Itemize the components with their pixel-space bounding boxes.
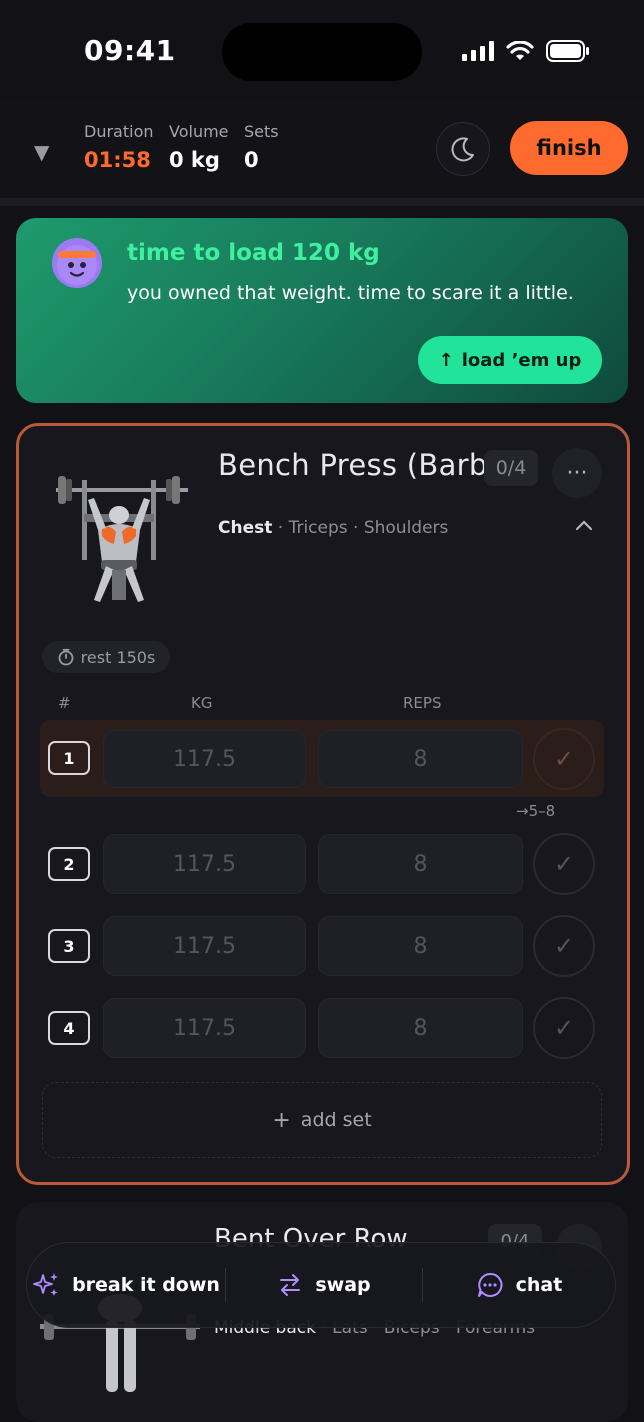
set-3-reps-input[interactable]: 8 xyxy=(318,916,523,976)
load-em-up-button[interactable]: ↑ load ’em up xyxy=(418,336,602,384)
break-it-down-button[interactable]: break it down xyxy=(27,1243,225,1327)
set-progress-badge: 0/4 xyxy=(484,450,538,486)
system-icons xyxy=(462,40,590,62)
add-set-label: add set xyxy=(300,1109,372,1131)
set-4-check-button[interactable]: ✓ xyxy=(533,997,595,1059)
timer-icon xyxy=(58,648,74,666)
chat-bubble-icon xyxy=(477,1272,503,1297)
mascot-icon xyxy=(57,245,97,285)
set-number-4[interactable]: 4 xyxy=(48,1011,90,1045)
battery-icon xyxy=(546,40,589,62)
secondary-muscles: · Triceps · Shoulders xyxy=(272,518,449,538)
header-divider xyxy=(0,198,644,206)
duration-label: Duration xyxy=(84,122,154,141)
swap-icon xyxy=(280,1274,301,1296)
swap-button[interactable]: swap xyxy=(226,1243,422,1327)
dynamic-island xyxy=(222,23,422,81)
cellular-signal-icon xyxy=(462,41,494,61)
chat-label: chat xyxy=(515,1274,563,1296)
set-4-kg-input[interactable]: 117.5 xyxy=(103,998,306,1058)
set-2-kg-input[interactable]: 117.5 xyxy=(103,834,306,894)
duration-value: 01:58 xyxy=(84,148,151,172)
theme-toggle-button[interactable] xyxy=(436,122,490,176)
more-options-button[interactable]: ··· xyxy=(552,448,602,498)
sparkles-icon xyxy=(33,1273,59,1296)
set-1-check-button[interactable]: ✓ xyxy=(533,728,595,790)
set-number-2[interactable]: 2 xyxy=(48,847,90,881)
floating-action-bar: break it down swap chat xyxy=(26,1242,616,1328)
set-3-kg-input[interactable]: 117.5 xyxy=(103,916,306,976)
break-it-down-label: break it down xyxy=(72,1274,220,1296)
set-4-reps-input[interactable]: 8 xyxy=(318,998,523,1058)
rest-timer-pill[interactable]: rest 150s xyxy=(42,641,170,673)
banner-title: time to load 120 kg xyxy=(127,240,380,266)
column-number-header: # xyxy=(58,694,71,712)
set-2-reps-input[interactable]: 8 xyxy=(318,834,523,894)
set-2-check-button[interactable]: ✓ xyxy=(533,833,595,895)
load-em-up-label: load ’em up xyxy=(461,349,582,371)
banner-message: you owned that weight. time to scare it … xyxy=(127,282,574,304)
set-1-reps-input[interactable]: 8 xyxy=(318,730,523,788)
bench-press-illustration xyxy=(56,476,188,602)
column-kg-header: KG xyxy=(191,694,213,712)
arrow-up-icon: ↑ xyxy=(438,349,454,371)
volume-value: 0 kg xyxy=(169,148,220,172)
rest-label: rest 150s xyxy=(80,647,156,667)
chevron-up-icon[interactable] xyxy=(574,516,594,537)
moon-icon xyxy=(451,137,474,162)
chat-button[interactable]: chat xyxy=(423,1243,615,1327)
primary-muscle: Chest xyxy=(218,518,273,538)
collapse-chevron-icon[interactable]: ▼ xyxy=(34,140,49,164)
set-number-1[interactable]: 1 xyxy=(48,741,90,775)
muscle-groups: Chest · Triceps · Shoulders xyxy=(218,518,448,538)
status-time: 09:41 xyxy=(84,34,176,67)
sets-value: 0 xyxy=(244,148,259,172)
add-set-button[interactable]: + add set xyxy=(42,1082,602,1158)
set-number-3[interactable]: 3 xyxy=(48,929,90,963)
set-1-kg-input[interactable]: 117.5 xyxy=(103,730,306,788)
coach-avatar xyxy=(52,238,102,288)
plus-icon: + xyxy=(272,1107,291,1133)
sets-label: Sets xyxy=(244,122,279,141)
finish-button[interactable]: finish xyxy=(510,121,628,175)
swap-label: swap xyxy=(315,1274,371,1296)
set-3-check-button[interactable]: ✓ xyxy=(533,915,595,977)
rep-range-hint: →5–8 xyxy=(516,802,556,820)
volume-label: Volume xyxy=(169,122,229,141)
wifi-icon xyxy=(506,41,534,60)
column-reps-header: REPS xyxy=(403,694,442,712)
ellipsis-icon: ··· xyxy=(566,460,588,486)
